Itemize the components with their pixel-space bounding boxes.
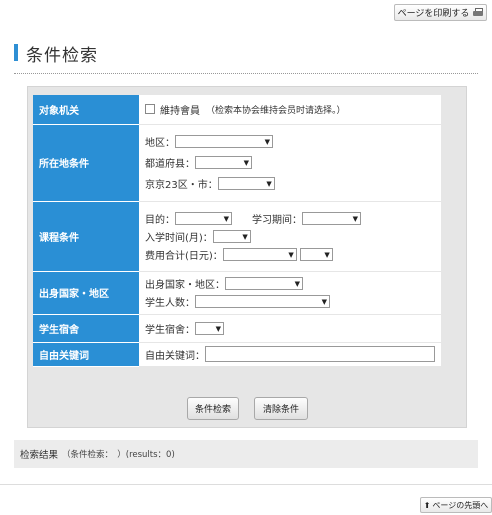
row-label-dorm: 学生宿舍 (33, 314, 139, 343)
print-page-button[interactable]: ページを印刷する (394, 4, 487, 21)
dorm-label: 学生宿舍： (145, 324, 195, 336)
chevron-down-icon: ▼ (264, 138, 270, 146)
row-label-target-org: 对象机关 (33, 95, 139, 125)
cost-max-select[interactable]: ▼ (299, 247, 333, 261)
dorm-select[interactable]: ▼ (195, 321, 224, 335)
row-label-course: 课程条件 (33, 201, 139, 272)
keyword-label: 自由关键词： (145, 350, 205, 362)
chevron-down-icon: ▼ (294, 280, 300, 288)
region-select[interactable]: ▼ (175, 135, 273, 148)
total-cost-label: 费用合计(日元)： (145, 250, 223, 262)
chevron-down-icon: ▼ (352, 214, 358, 223)
chevron-down-icon: ▼ (321, 298, 327, 306)
clear-button[interactable]: 清除条件 (254, 397, 308, 420)
origin-country-select[interactable]: ▼ (225, 277, 303, 290)
results-bar: 检索结果 （条件检索： ）(results：0) (14, 440, 478, 468)
row-dorm: 学生宿舍 学生宿舍： ▼ (33, 314, 441, 343)
row-label-location: 所在地条件 (33, 124, 139, 202)
row-label-keyword: 自由关键词 (33, 342, 139, 367)
printer-icon (473, 8, 484, 17)
keyword-input[interactable] (205, 346, 435, 362)
enroll-month-label: 入学时间(月)： (145, 232, 213, 244)
search-button[interactable]: 条件检索 (187, 397, 239, 420)
chevron-down-icon: ▼ (223, 214, 229, 223)
chevron-down-icon: ▼ (243, 159, 249, 167)
enroll-month-select[interactable]: ▼ (212, 229, 251, 243)
footer-divider (0, 484, 492, 485)
city-select[interactable]: ▼ (217, 177, 275, 190)
region-label: 地区： (145, 138, 175, 149)
title-divider (14, 73, 478, 74)
chevron-down-icon: ▼ (288, 250, 294, 259)
study-period-label: 学习期间： (252, 214, 302, 226)
chevron-down-icon: ▼ (242, 232, 248, 241)
results-detail: （条件检索： ）(results：0) (62, 450, 175, 460)
search-form-table: 对象机关 維持會員 （检索本协会维持会员时请选择。） 所在地条件 地区： ▼ 都… (33, 95, 441, 367)
origin-country-label: 出身国家・地区： (145, 280, 225, 291)
student-count-select[interactable]: ▼ (195, 295, 330, 308)
back-to-top-button[interactable]: ⬆ ページの先頭へ (420, 497, 492, 513)
back-to-top-label: ページの先頭へ (432, 500, 489, 510)
city-label: 京京23区・市： (145, 180, 218, 191)
member-note: （检索本协会维持会员时请选择。） (206, 105, 346, 116)
results-title: 检索结果 (20, 450, 59, 461)
row-origin: 出身国家・地区 出身国家・地区： ▼ 学生人数： ▼ (33, 271, 441, 315)
row-label-origin: 出身国家・地区 (33, 271, 139, 315)
chevron-down-icon: ▼ (215, 324, 221, 333)
row-course: 课程条件 目的： ▼ 学习期间： ▼ 入学时间(月)： ▼ 费用合计(日元)： … (33, 201, 441, 272)
arrow-up-icon: ⬆ (423, 500, 431, 510)
purpose-label: 目的： (145, 214, 175, 226)
chevron-down-icon: ▼ (324, 250, 330, 259)
prefecture-select[interactable]: ▼ (195, 156, 252, 169)
purpose-select[interactable]: ▼ (175, 211, 232, 225)
chevron-down-icon: ▼ (266, 180, 272, 188)
row-location: 所在地条件 地区： ▼ 都道府县： ▼ 京京23区・市： ▼ (33, 124, 441, 202)
row-keyword: 自由关键词 自由关键词： (33, 342, 441, 367)
title-accent-bar (14, 44, 18, 61)
prefecture-label: 都道府县： (145, 159, 195, 170)
student-count-label: 学生人数： (145, 298, 195, 309)
cost-min-select[interactable]: ▼ (222, 247, 297, 261)
member-checkbox-label: 維持會員 (160, 105, 200, 117)
study-period-select[interactable]: ▼ (302, 211, 361, 225)
print-page-label: ページを印刷する (397, 9, 470, 19)
page-title: 条件检索 (26, 46, 98, 66)
row-target-org: 对象机关 維持會員 （检索本协会维持会员时请选择。） (33, 95, 441, 125)
member-checkbox[interactable] (145, 104, 155, 115)
